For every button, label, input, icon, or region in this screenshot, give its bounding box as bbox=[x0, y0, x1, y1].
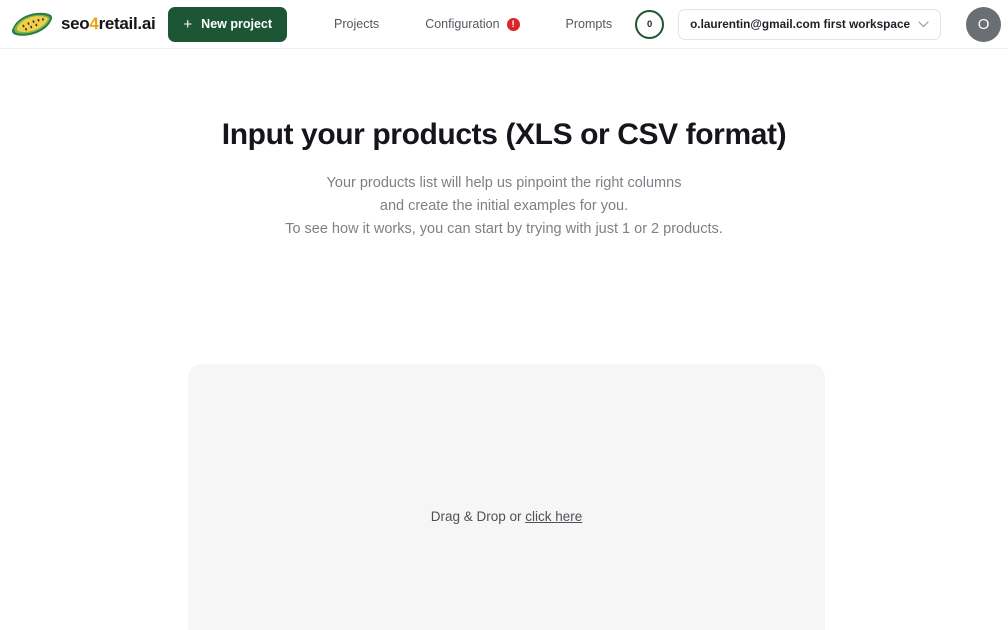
main-content: Input your products (XLS or CSV format) … bbox=[0, 117, 1008, 630]
brand-name-suffix: retail.ai bbox=[98, 14, 156, 33]
watermelon-slice-icon bbox=[12, 12, 53, 36]
nav-item-label: Prompts bbox=[565, 17, 613, 31]
brand-name-digit: 4 bbox=[89, 14, 99, 33]
brand-name: seo4retail.ai bbox=[61, 14, 156, 34]
brand-logo[interactable]: seo4retail.ai bbox=[0, 9, 156, 39]
subtitle-line-3: To see how it works, you can start by tr… bbox=[285, 221, 723, 237]
workspace-selector[interactable]: o.laurentin@gmail.com first workspace bbox=[678, 8, 942, 40]
dropzone-prompt-text: Drag & Drop or bbox=[430, 508, 526, 524]
page-title: Input your products (XLS or CSV format) bbox=[221, 118, 787, 151]
brand-name-prefix: seo bbox=[61, 14, 90, 33]
nav-item-prompts[interactable]: Prompts bbox=[543, 17, 636, 31]
credit-count-badge[interactable]: 0 bbox=[635, 9, 665, 39]
main-navigation: Projects Configuration ! Prompts bbox=[311, 17, 635, 31]
avatar-initial: O bbox=[977, 15, 990, 33]
nav-item-label: Configuration bbox=[425, 17, 500, 31]
new-project-label: New project bbox=[201, 17, 273, 31]
nav-item-label: Projects bbox=[334, 17, 380, 31]
page-subtitle: Your products list will help us pinpoint… bbox=[0, 172, 1008, 241]
subtitle-line-2: and create the initial examples for you. bbox=[379, 198, 629, 214]
plus-icon: + bbox=[183, 15, 193, 33]
configuration-alert-icon: ! bbox=[506, 17, 520, 31]
chevron-down-icon bbox=[918, 20, 929, 27]
file-dropzone[interactable]: Drag & Drop or click here bbox=[188, 364, 825, 630]
app-header: seo4retail.ai + New project Projects Con… bbox=[0, 0, 1008, 49]
header-right-cluster: 0 o.laurentin@gmail.com first workspace … bbox=[635, 6, 1008, 42]
nav-item-configuration[interactable]: Configuration ! bbox=[402, 17, 542, 31]
dropzone-browse-link[interactable]: click here bbox=[525, 509, 582, 524]
workspace-selector-value: o.laurentin@gmail.com first workspace bbox=[690, 17, 911, 31]
nav-item-projects[interactable]: Projects bbox=[311, 17, 402, 31]
new-project-button[interactable]: + New project bbox=[168, 6, 288, 42]
subtitle-line-1: Your products list will help us pinpoint… bbox=[326, 175, 682, 191]
avatar[interactable]: O bbox=[966, 6, 1002, 42]
dropzone-prompt: Drag & Drop or click here bbox=[431, 509, 583, 524]
